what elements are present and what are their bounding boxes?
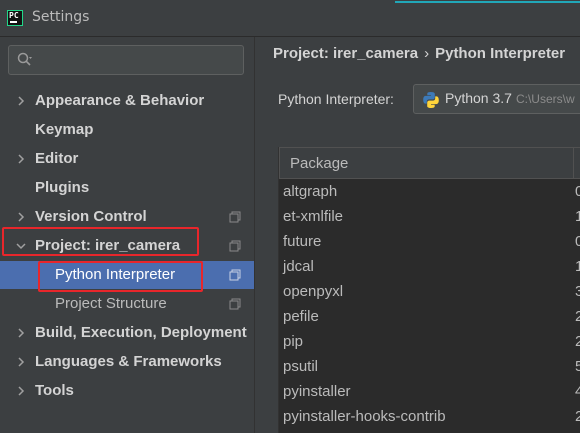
sidebar-item-project-structure[interactable]: Project Structure xyxy=(0,290,254,318)
interpreter-select[interactable]: Python 3.7 C:\Users\w xyxy=(413,84,580,114)
chevron-right-icon[interactable] xyxy=(16,154,26,164)
package-version: 5 xyxy=(575,358,580,375)
package-version: 2 xyxy=(575,308,580,325)
sidebar-item-keymap[interactable]: Keymap xyxy=(0,116,254,144)
column-header-package[interactable]: Package xyxy=(290,155,348,172)
breadcrumb: Project: irer_camera › Python Interpreter xyxy=(273,45,565,62)
sidebar-item-label: Plugins xyxy=(35,179,90,196)
package-version: 4 xyxy=(575,383,580,400)
table-row[interactable]: openpyxl 3 xyxy=(279,279,580,304)
table-row[interactable]: altgraph 0 xyxy=(279,179,580,204)
sidebar-item-label: Editor xyxy=(35,150,79,167)
chevron-right-icon[interactable] xyxy=(16,386,26,396)
highlight-box-python-interpreter xyxy=(38,261,203,292)
package-name: pefile xyxy=(283,308,319,325)
table-row[interactable]: pyinstaller 4 xyxy=(279,379,580,404)
package-name: pyinstaller-hooks-contrib xyxy=(283,408,446,425)
package-name: psutil xyxy=(283,358,319,375)
sidebar-item-label: Languages & Frameworks xyxy=(35,353,222,370)
sidebar-item-languages[interactable]: Languages & Frameworks xyxy=(0,348,254,376)
table-row[interactable]: psutil 5 xyxy=(279,354,580,379)
project-scope-icon xyxy=(229,298,241,310)
chevron-right-icon[interactable] xyxy=(16,96,26,106)
package-name: future xyxy=(283,233,322,250)
chevron-right-icon[interactable] xyxy=(16,328,26,338)
table-row[interactable]: pyinstaller-hooks-contrib 2 xyxy=(279,404,580,429)
sidebar-item-label: Build, Execution, Deployment xyxy=(35,324,247,341)
package-version: 1 xyxy=(575,258,580,275)
breadcrumb-current: Python Interpreter xyxy=(435,45,566,62)
package-name: altgraph xyxy=(283,183,338,200)
title-accent-line xyxy=(395,1,580,3)
sidebar-item-tools[interactable]: Tools xyxy=(0,377,254,405)
python-logo-icon xyxy=(423,92,439,108)
packages-table: Package altgraph 0 et-xmlfile 1 future 0 jd… xyxy=(278,147,580,433)
search-input[interactable] xyxy=(8,45,244,75)
package-version: 0 xyxy=(575,233,580,250)
highlight-box-project xyxy=(2,227,199,256)
project-scope-icon xyxy=(229,269,241,281)
breadcrumb-parent[interactable]: Project: irer_camera xyxy=(273,45,418,62)
sidebar-item-appearance[interactable]: Appearance & Behavior xyxy=(0,87,254,115)
table-row[interactable]: jdcal 1 xyxy=(279,254,580,279)
package-version: 0 xyxy=(575,183,580,200)
table-row[interactable]: future 0 xyxy=(279,229,580,254)
package-name: pyinstaller xyxy=(283,383,351,400)
chevron-right-icon[interactable] xyxy=(16,357,26,367)
sidebar-item-build[interactable]: Build, Execution, Deployment xyxy=(0,319,254,347)
table-header: Package xyxy=(279,147,580,179)
sidebar-item-editor[interactable]: Editor xyxy=(0,145,254,173)
breadcrumb-separator: › xyxy=(424,45,430,62)
package-version: 2 xyxy=(575,408,580,425)
interpreter-label: Python Interpreter: xyxy=(278,91,394,107)
window-title: Settings xyxy=(32,9,90,25)
table-row[interactable]: pip 2 xyxy=(279,329,580,354)
title-bar: PC Settings xyxy=(0,0,580,37)
interpreter-value: Python 3.7 C:\Users\w xyxy=(445,90,575,106)
package-version: 3 xyxy=(575,283,580,300)
table-row[interactable]: et-xmlfile 1 xyxy=(279,204,580,229)
package-name: et-xmlfile xyxy=(283,208,344,225)
table-row[interactable]: pefile 2 xyxy=(279,304,580,329)
project-scope-icon xyxy=(229,240,241,252)
package-name: openpyxl xyxy=(283,283,344,300)
search-icon[interactable] xyxy=(17,52,33,68)
sidebar-item-label: Keymap xyxy=(35,121,94,138)
package-name: jdcal xyxy=(283,258,314,275)
interpreter-version: Python 3.7 xyxy=(445,90,512,106)
project-scope-icon xyxy=(229,211,241,223)
package-version: 2 xyxy=(575,333,580,350)
settings-sidebar: Appearance & Behavior Keymap Editor Plug… xyxy=(0,37,254,433)
sidebar-item-label: Appearance & Behavior xyxy=(35,92,205,109)
interpreter-path: C:\Users\w xyxy=(515,92,575,106)
package-version: 1 xyxy=(575,208,580,225)
package-name: pip xyxy=(283,333,304,350)
pycharm-logo-icon: PC xyxy=(7,10,23,26)
column-separator[interactable] xyxy=(573,148,574,179)
sidebar-item-label: Project Structure xyxy=(55,295,167,312)
chevron-right-icon[interactable] xyxy=(16,212,26,222)
sidebar-item-label: Tools xyxy=(35,382,74,399)
settings-content: Project: irer_camera › Python Interpreter … xyxy=(255,37,580,433)
sidebar-item-plugins[interactable]: Plugins xyxy=(0,174,254,202)
